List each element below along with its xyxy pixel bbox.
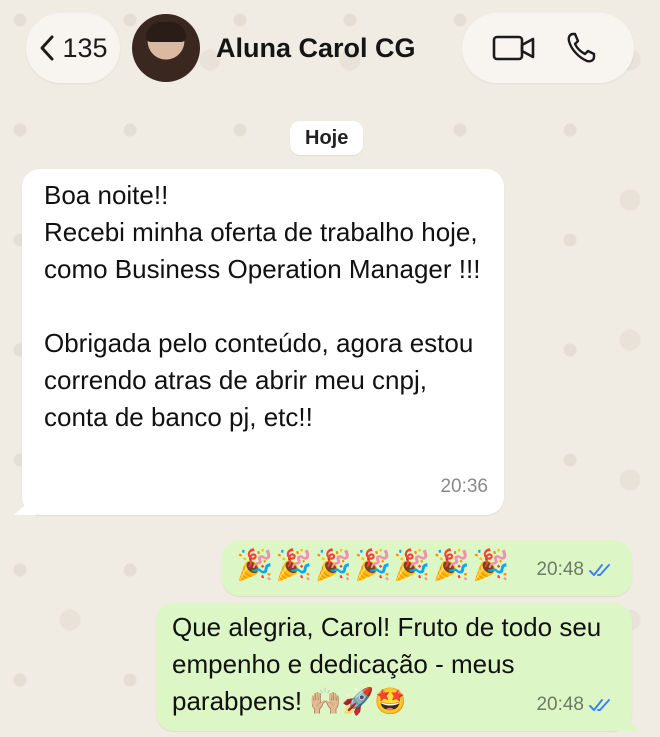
message-outgoing[interactable]: Que alegria, Carol! Fruto de todo seu em… (156, 603, 632, 731)
phone-icon[interactable] (559, 31, 605, 65)
avatar[interactable] (132, 14, 200, 82)
message-meta: 20:48 (536, 551, 614, 588)
video-call-icon[interactable] (491, 31, 537, 65)
message-outgoing[interactable]: 🎉🎉🎉🎉🎉🎉🎉 20:48 (222, 540, 632, 596)
message-time: 20:48 (536, 559, 584, 580)
back-button[interactable]: 135 (26, 13, 120, 83)
contact-name[interactable]: Aluna Carol CG (216, 33, 462, 64)
message-time: 20:48 (536, 694, 584, 715)
chat-header: 135 Aluna Carol CG (0, 0, 660, 96)
double-check-icon (589, 563, 610, 576)
chevron-left-icon (40, 35, 54, 61)
message-time: 20:36 (440, 476, 488, 497)
date-separator: Hoje (290, 121, 364, 155)
double-check-icon (589, 698, 610, 711)
message-text: Boa noite!! Recebi minha oferta de traba… (44, 180, 481, 432)
message-meta: 20:48 (536, 686, 614, 723)
unread-count: 135 (62, 32, 108, 63)
call-actions (462, 13, 634, 83)
message-incoming[interactable]: Boa noite!! Recebi minha oferta de traba… (22, 169, 504, 515)
